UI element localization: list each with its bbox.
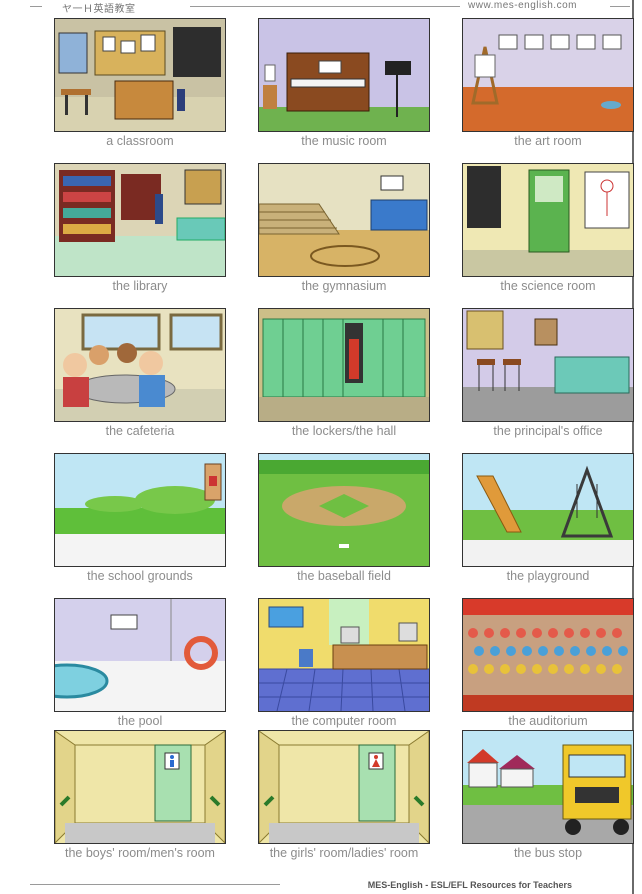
card-caption: the bus stop bbox=[513, 846, 583, 860]
art-room-picture bbox=[462, 18, 634, 132]
header-site-url: www.mes-english.com bbox=[468, 0, 577, 11]
computer-room-picture bbox=[258, 598, 430, 712]
card-caption: the lockers/the hall bbox=[291, 424, 397, 438]
cafeteria-picture bbox=[54, 308, 226, 422]
flashcard-page: ヤ一Ｈ英語教室 www.mes-english.com MES-English … bbox=[0, 0, 642, 894]
header-left-text: ヤ一Ｈ英語教室 bbox=[62, 4, 136, 15]
gymnasium-picture bbox=[258, 163, 430, 277]
card-caption: the gymnasium bbox=[301, 279, 387, 293]
footer-rule bbox=[30, 884, 280, 885]
card-caption: the cafeteria bbox=[105, 424, 175, 438]
science-room-picture bbox=[462, 163, 634, 277]
card-caption: the art room bbox=[514, 134, 582, 148]
principals-office-picture bbox=[462, 308, 634, 422]
card-caption: the library bbox=[112, 279, 168, 293]
classroom-picture bbox=[54, 18, 226, 132]
card-caption: the auditorium bbox=[508, 714, 588, 728]
card-caption: the science room bbox=[500, 279, 596, 293]
baseball-field-picture bbox=[258, 453, 430, 567]
card-caption: the pool bbox=[117, 714, 163, 728]
card-caption: the principal's office bbox=[493, 424, 603, 438]
playground-picture bbox=[462, 453, 634, 567]
card-caption: a classroom bbox=[106, 134, 174, 148]
library-picture bbox=[54, 163, 226, 277]
header-rule-right bbox=[610, 6, 630, 7]
card-caption: the computer room bbox=[291, 714, 397, 728]
card-caption: the boys' room/men's room bbox=[65, 846, 215, 860]
card-caption: the school grounds bbox=[87, 569, 193, 583]
girls-room-picture bbox=[258, 730, 430, 844]
school-grounds-picture bbox=[54, 453, 226, 567]
boys-room-picture bbox=[54, 730, 226, 844]
card-caption: the baseball field bbox=[297, 569, 391, 583]
card-caption: the music room bbox=[301, 134, 387, 148]
music-room-picture bbox=[258, 18, 430, 132]
bus-stop-picture bbox=[462, 730, 634, 844]
card-caption: the girls' room/ladies' room bbox=[269, 846, 419, 860]
header-rule-middle bbox=[190, 6, 460, 7]
auditorium-picture bbox=[462, 598, 634, 712]
lockers-picture bbox=[258, 308, 430, 422]
card-caption: the playground bbox=[506, 569, 590, 583]
header-rule-left bbox=[30, 6, 42, 7]
pool-picture bbox=[54, 598, 226, 712]
footer-text: MES-English - ESL/EFL Resources for Teac… bbox=[367, 880, 572, 890]
